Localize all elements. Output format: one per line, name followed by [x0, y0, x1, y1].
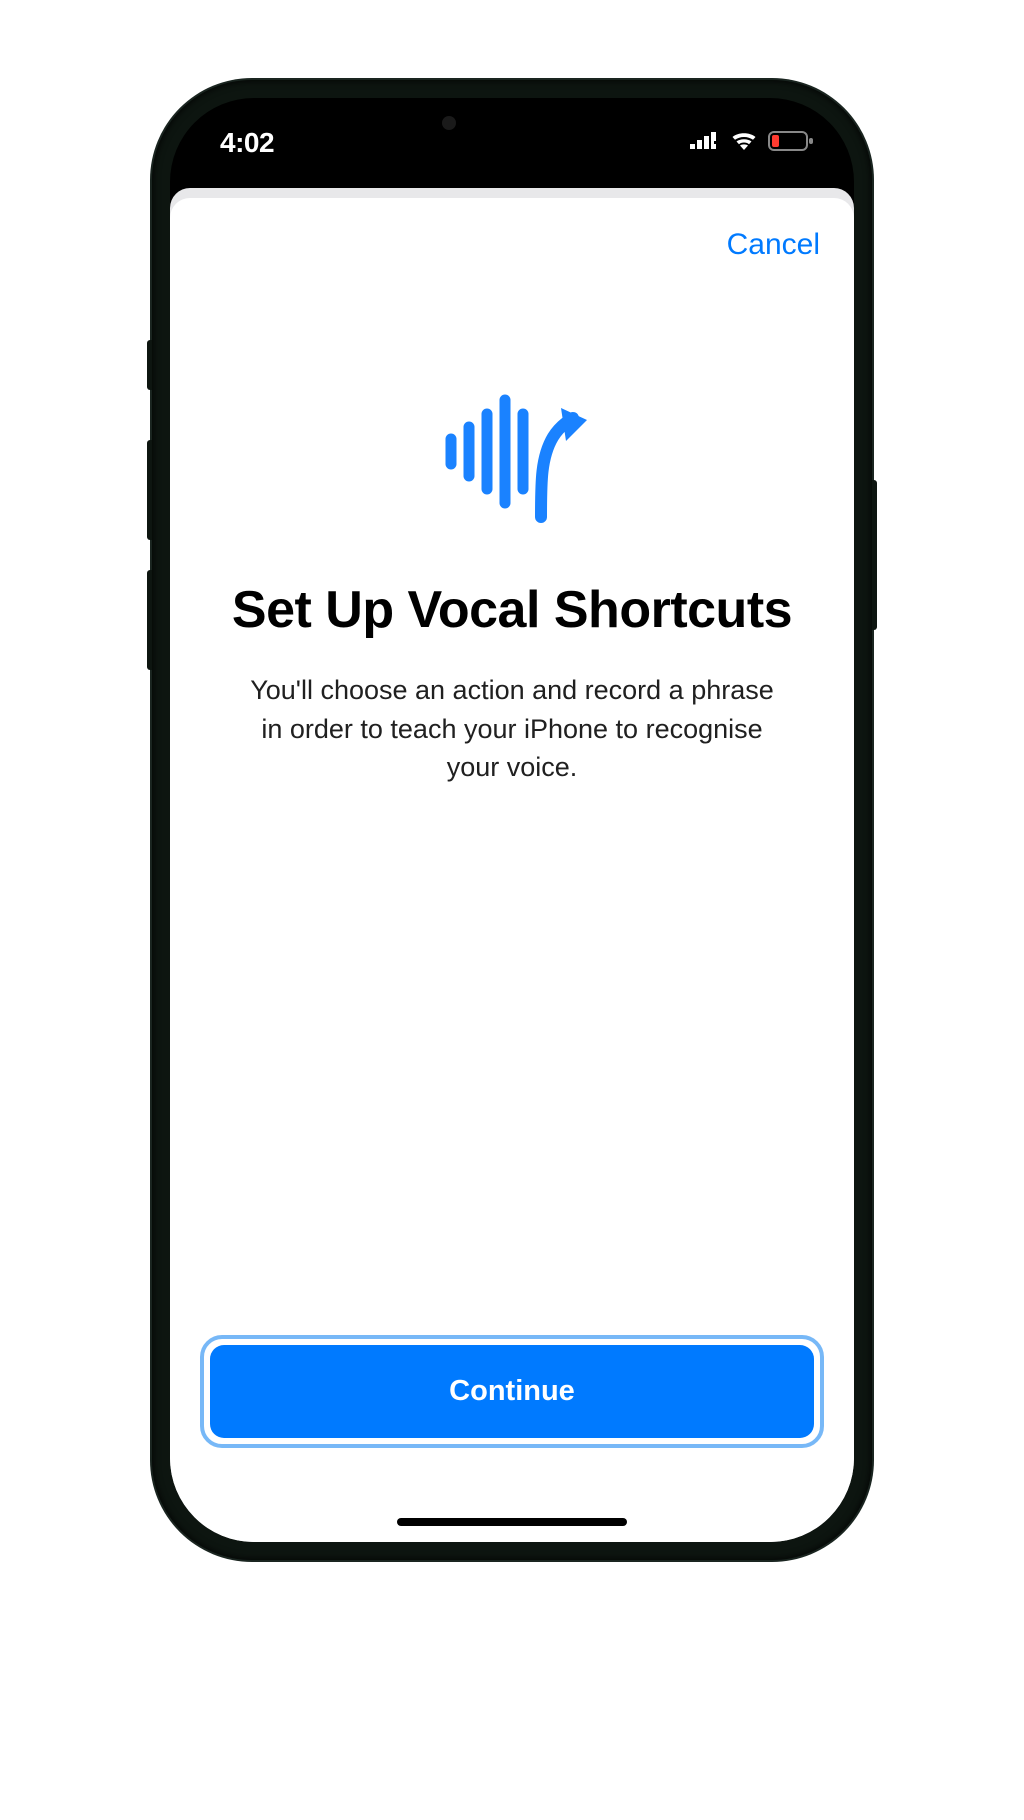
home-indicator[interactable]	[397, 1518, 627, 1526]
page-title: Set Up Vocal Shortcuts	[232, 580, 792, 641]
sheet-header: Cancel	[170, 198, 854, 262]
vocal-shortcuts-icon	[435, 392, 590, 532]
silent-switch	[147, 340, 152, 390]
cancel-button[interactable]: Cancel	[727, 228, 820, 262]
phone-screen: 4:02	[170, 98, 854, 1542]
status-time: 4:02	[220, 127, 274, 159]
sheet-content: Set Up Vocal Shortcuts You'll choose an …	[170, 262, 854, 1335]
status-indicators	[690, 130, 814, 157]
side-button	[872, 480, 877, 630]
continue-focus-ring: Continue	[200, 1335, 824, 1448]
notch	[372, 98, 652, 154]
front-camera	[442, 116, 456, 130]
page-description: You'll choose an action and record a phr…	[242, 671, 782, 786]
phone-frame: 4:02	[152, 80, 872, 1560]
continue-button[interactable]: Continue	[210, 1345, 814, 1438]
volume-down-button	[147, 570, 152, 670]
sheet-footer: Continue	[170, 1335, 854, 1542]
volume-up-button	[147, 440, 152, 540]
wifi-icon	[730, 130, 758, 157]
cellular-icon	[690, 131, 720, 156]
setup-sheet: Cancel	[170, 198, 854, 1542]
battery-icon	[768, 130, 814, 157]
